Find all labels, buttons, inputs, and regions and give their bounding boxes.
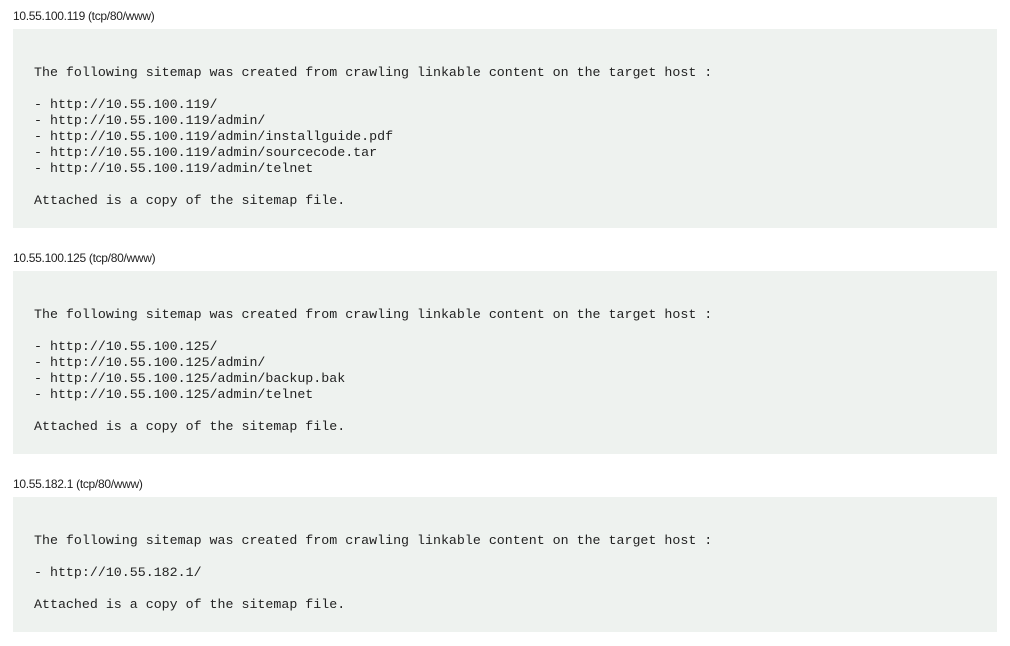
host-section: 10.55.100.119 (tcp/80/www) The following… — [13, 6, 997, 228]
plugin-output-box: The following sitemap was created from c… — [13, 29, 997, 228]
intro-text: The following sitemap was created from c… — [34, 65, 713, 80]
sitemap-url: - http://10.55.100.119/admin/ — [34, 113, 266, 128]
footer-text: Attached is a copy of the sitemap file. — [34, 597, 346, 612]
sitemap-url: - http://10.55.100.119/admin/installguid… — [34, 129, 394, 144]
sitemap-url: - http://10.55.100.125/admin/backup.bak — [34, 371, 346, 386]
intro-text: The following sitemap was created from c… — [34, 307, 713, 322]
plugin-output-box: The following sitemap was created from c… — [13, 271, 997, 454]
sitemap-url: - http://10.55.182.1/ — [34, 565, 202, 580]
sitemap-url: - http://10.55.100.119/ — [34, 97, 218, 112]
host-section: 10.55.100.125 (tcp/80/www) The following… — [13, 248, 997, 454]
intro-text: The following sitemap was created from c… — [34, 533, 713, 548]
sitemap-url: - http://10.55.100.125/admin/ — [34, 355, 266, 370]
sitemap-url: - http://10.55.100.125/admin/telnet — [34, 387, 314, 402]
host-section: 10.55.182.1 (tcp/80/www) The following s… — [13, 474, 997, 632]
plugin-output-box: The following sitemap was created from c… — [13, 497, 997, 632]
host-header: 10.55.100.119 (tcp/80/www) — [13, 9, 155, 23]
host-header: 10.55.182.1 (tcp/80/www) — [13, 477, 143, 491]
sitemap-url: - http://10.55.100.119/admin/sourcecode.… — [34, 145, 378, 160]
footer-text: Attached is a copy of the sitemap file. — [34, 419, 346, 434]
plugin-output-list: 10.55.100.119 (tcp/80/www) The following… — [0, 6, 1010, 632]
sitemap-url: - http://10.55.100.119/admin/telnet — [34, 161, 314, 176]
footer-text: Attached is a copy of the sitemap file. — [34, 193, 346, 208]
host-header: 10.55.100.125 (tcp/80/www) — [13, 251, 156, 265]
sitemap-url: - http://10.55.100.125/ — [34, 339, 218, 354]
